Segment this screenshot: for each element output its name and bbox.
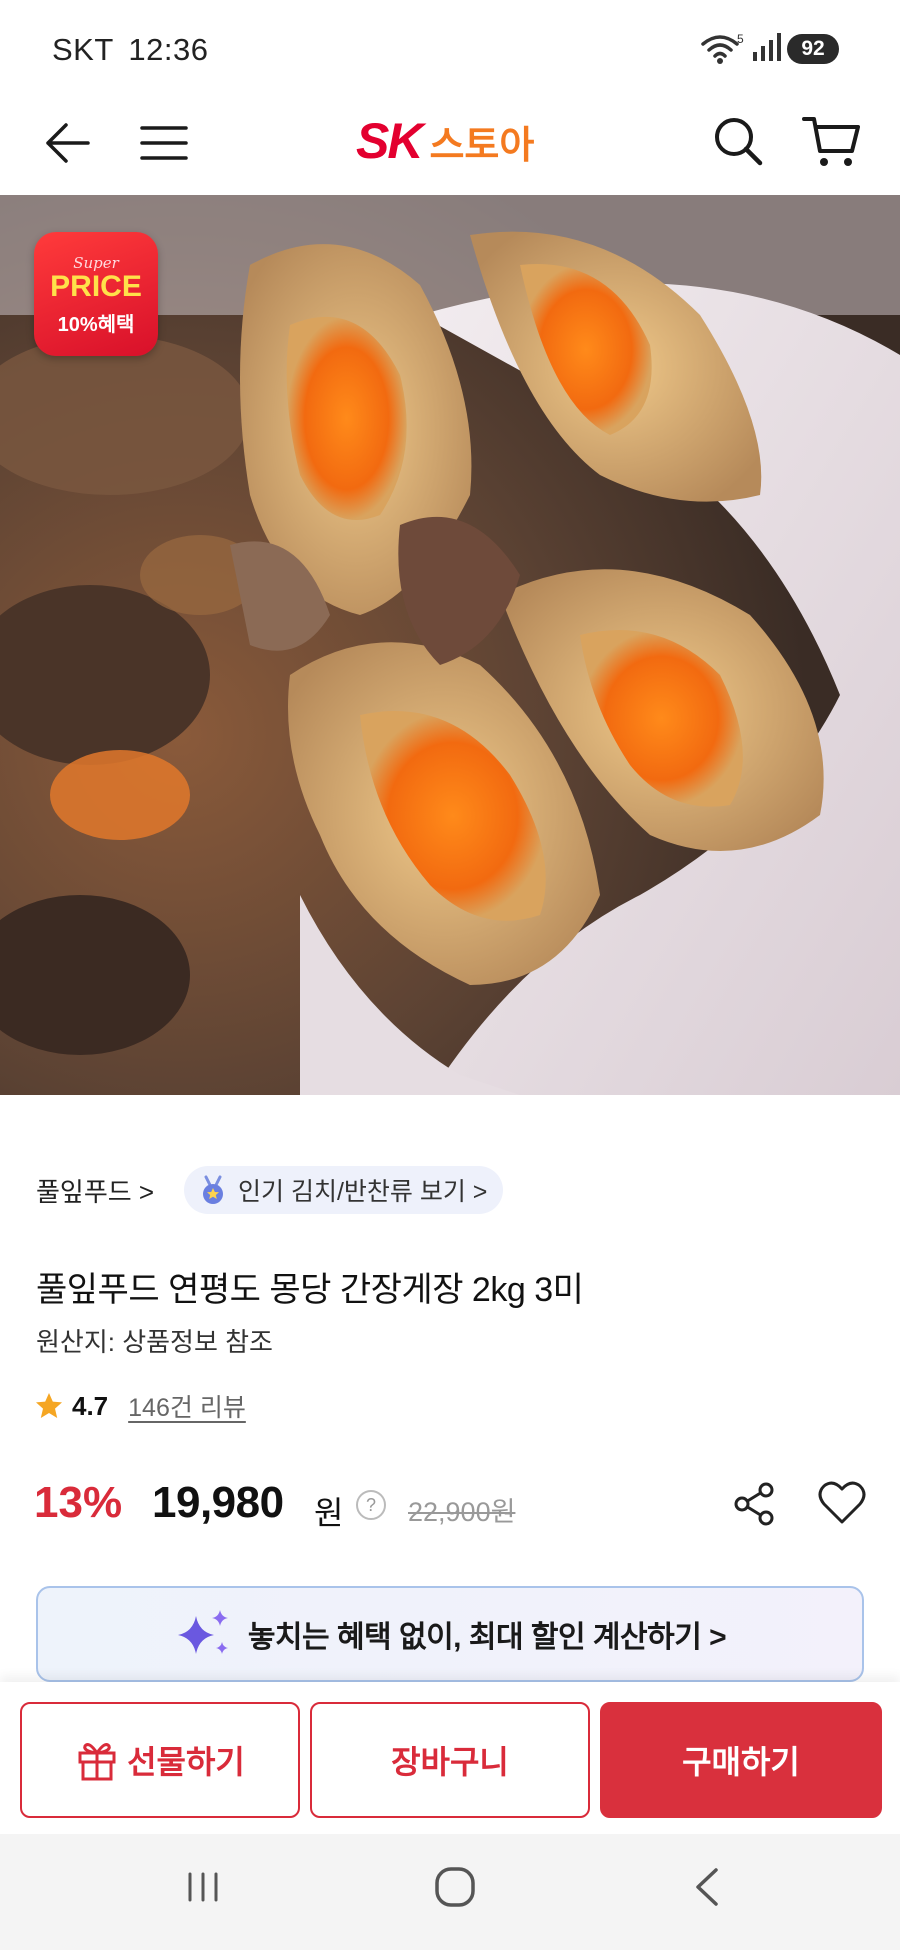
logo-store-name: 스토아 xyxy=(429,124,535,167)
logo-brand: SK xyxy=(356,113,423,169)
home-icon[interactable] xyxy=(428,1860,482,1914)
rating-value: 4.7 xyxy=(72,1390,109,1421)
clock: 12:36 xyxy=(128,32,209,67)
share-icon[interactable] xyxy=(724,1474,784,1534)
product-title: 풀잎푸드 연평도 몽당 간장게장 2kg 3미 xyxy=(36,1271,584,1309)
gift-button-label: 선물하기 xyxy=(127,1744,245,1780)
seller-link[interactable]: 풀잎푸드 > xyxy=(36,1172,154,1209)
status-bar: SKT 12:36 5 92 xyxy=(0,0,900,95)
sk-stoa-logo[interactable]: SK 스토아 xyxy=(356,111,534,171)
currency-unit: 원 xyxy=(314,1495,344,1531)
super-price-badge: Super PRICE 10%혜택 xyxy=(34,232,158,356)
buy-now-button[interactable]: 구매하기 xyxy=(600,1702,882,1818)
sparkle-icon xyxy=(177,1610,228,1654)
wifi-icon: 5 xyxy=(701,32,744,64)
review-count-link[interactable]: 146건 리뷰 xyxy=(128,1388,246,1424)
badge-price-text: PRICE xyxy=(50,270,142,303)
signal-icon xyxy=(753,33,781,61)
cart-icon[interactable] xyxy=(800,109,864,173)
price-row: 13% 19,980 원 ? 22,900원 xyxy=(34,1474,874,1534)
back-arrow-icon[interactable] xyxy=(36,113,96,173)
category-chip[interactable]: 인기 김치/반찬류 보기 > xyxy=(184,1166,504,1214)
system-back-icon[interactable] xyxy=(682,1860,732,1914)
rating-row: 4.7 146건 리뷰 xyxy=(34,1388,246,1424)
network-type-label: 5 xyxy=(737,32,744,46)
gift-icon xyxy=(78,1743,116,1781)
discount-rate: 13% xyxy=(34,1478,123,1527)
carrier-time: SKT 12:36 xyxy=(52,32,208,68)
banner-text: 놓치는 혜택 없이, 최대 할인 계산하기 > xyxy=(247,1621,727,1654)
badge-benefit-text: 10%혜택 xyxy=(57,314,135,336)
hamburger-menu-icon[interactable] xyxy=(134,113,194,173)
sale-price: 19,980 xyxy=(152,1478,284,1527)
top-nav-bar: SK 스토아 xyxy=(0,95,900,195)
system-navigation-bar xyxy=(0,1834,900,1950)
heart-icon[interactable] xyxy=(812,1474,872,1534)
price-help-icon[interactable]: ? xyxy=(356,1490,386,1520)
battery-indicator: 92 xyxy=(787,34,839,64)
search-icon[interactable] xyxy=(708,111,768,171)
carrier-name: SKT xyxy=(52,32,114,67)
origin-text: 원산지: 상품정보 참조 xyxy=(36,1327,273,1357)
medal-icon xyxy=(203,1175,223,1204)
recent-apps-icon[interactable] xyxy=(178,1862,228,1912)
original-price: 22,900원 xyxy=(408,1497,516,1527)
gift-button[interactable]: 선물하기 xyxy=(20,1702,300,1818)
max-discount-banner[interactable]: 놓치는 혜택 없이, 최대 할인 계산하기 > xyxy=(36,1586,864,1682)
add-to-cart-button[interactable]: 장바구니 xyxy=(310,1702,590,1818)
category-chip-label: 인기 김치/반찬류 보기 > xyxy=(238,1178,488,1206)
purchase-action-bar: 선물하기 장바구니 구매하기 xyxy=(0,1682,900,1834)
star-icon xyxy=(36,1393,62,1418)
